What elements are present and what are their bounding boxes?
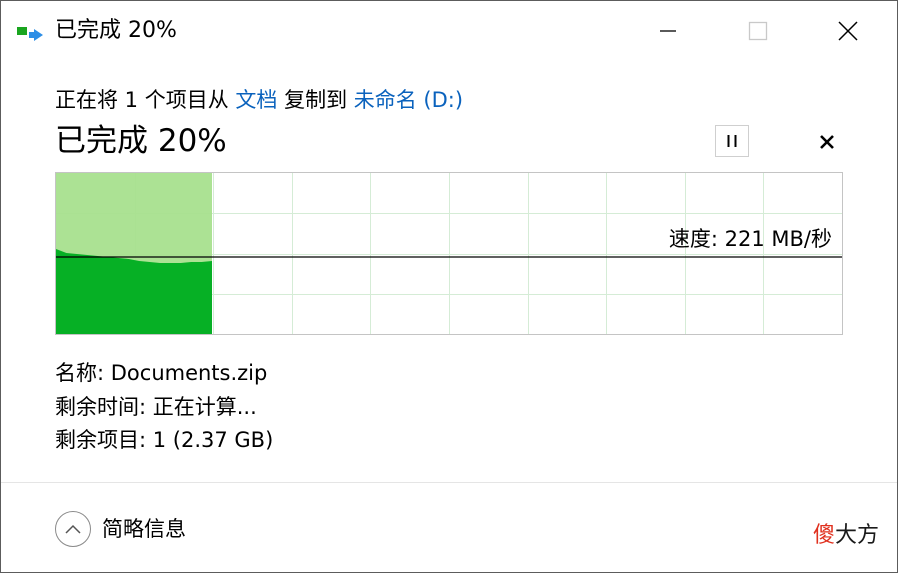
chevron-up-icon [65,524,81,534]
maximize-button[interactable] [713,1,803,61]
less-details-toggle[interactable]: 简略信息 [55,510,186,548]
watermark-red-char: 傻 [812,523,835,548]
copy-progress-dialog: 已完成 20% 正在将 1 个项目从 文档 复制到 未命名 (D:) 已完成 2… [0,0,898,573]
watermark-text: 大方 [834,523,879,548]
copy-middle: 复制到 [277,88,354,112]
cancel-button[interactable] [811,127,843,157]
items-remaining: 剩余项目: 1 (2.37 GB) [55,428,274,452]
cancel-x-icon [820,135,834,149]
speed-label: 速度: 221 MB/秒 [668,227,832,251]
copy-transfer-icon [17,27,43,41]
source-folder-link[interactable]: 文档 [235,88,277,112]
copy-prefix: 正在将 1 个项目从 [55,88,236,112]
window-title: 已完成 20% [55,18,177,43]
minimize-button[interactable] [623,1,713,61]
pause-button[interactable] [715,125,749,157]
file-name: 名称: Documents.zip [55,361,268,385]
watermark: 傻大方 [813,521,879,551]
toggle-circle[interactable] [55,511,91,547]
pause-icon [727,135,737,147]
time-remaining: 剩余时间: 正在计算... [55,395,257,419]
close-button[interactable] [803,1,893,61]
minimize-icon [660,30,676,32]
less-details-label[interactable]: 简略信息 [102,514,186,544]
copy-description: 正在将 1 个项目从 文档 复制到 未命名 (D:) [55,85,463,115]
transfer-speed-graph: 速度: 221 MB/秒 [55,172,843,335]
progress-heading: 已完成 20% [55,123,227,159]
footer-divider [1,482,897,483]
destination-drive-link[interactable]: 未命名 (D:) [354,88,463,112]
maximize-icon [748,21,768,41]
close-icon [838,21,858,41]
title-bar[interactable]: 已完成 20% [1,1,897,61]
speed-graph-canvas [56,173,842,334]
